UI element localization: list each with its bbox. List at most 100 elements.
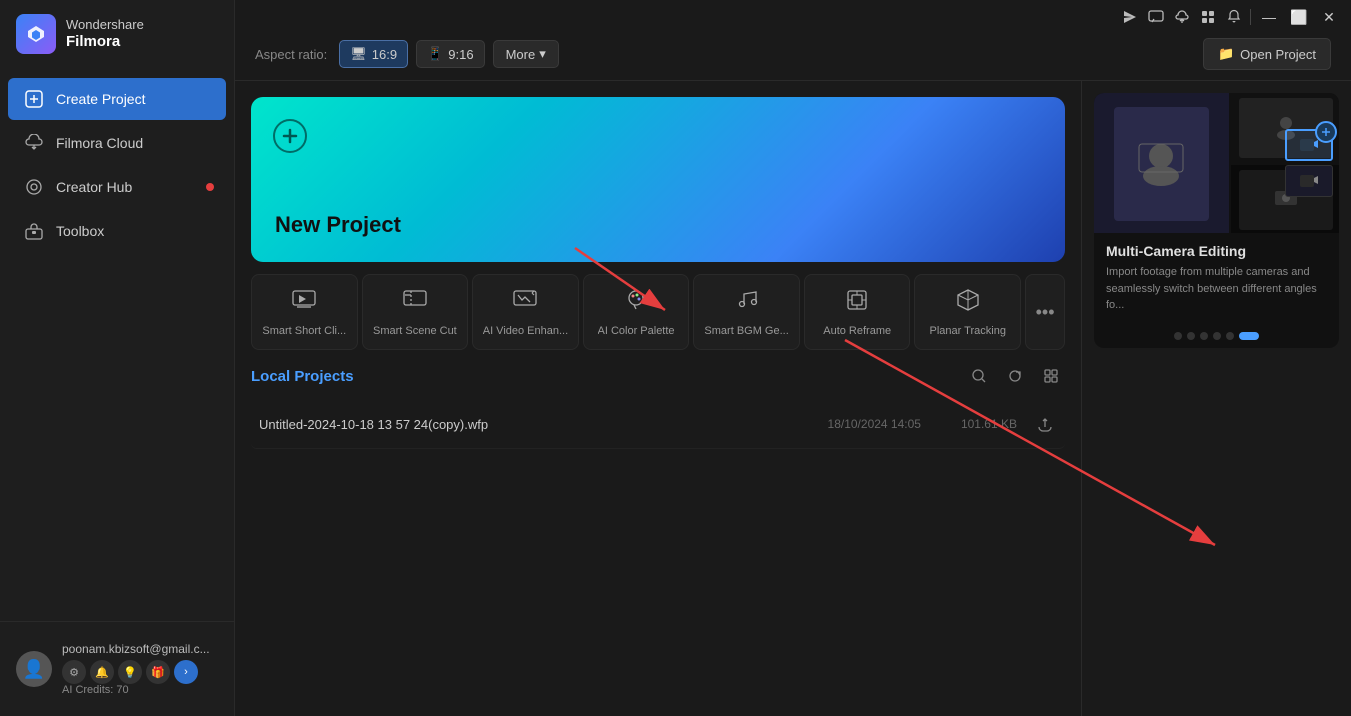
content-area: New Project Smart Short Cli...: [235, 81, 1351, 716]
sidebar-bottom: 👤 poonam.kbizsoft@gmail.c... ⚙ 🔔 💡 🎁 › A…: [0, 621, 234, 716]
project-name: Untitled-2024-10-18 13 57 24(copy).wfp: [259, 417, 828, 432]
ai-credits: AI Credits: 70: [62, 684, 218, 696]
feature-description: Import footage from multiple cameras and…: [1106, 264, 1327, 314]
feature-title: Multi-Camera Editing: [1106, 243, 1327, 259]
separator: [1250, 9, 1251, 25]
action-icon-2[interactable]: 🔔: [90, 660, 114, 684]
send-icon[interactable]: [1120, 7, 1140, 27]
filmora-cloud-icon: [24, 133, 44, 153]
cloud-upload-icon[interactable]: [1172, 7, 1192, 27]
more-button[interactable]: More ▾: [493, 40, 559, 68]
user-action-icons: ⚙ 🔔 💡 🎁 ›: [62, 660, 218, 684]
brand-name1: Wondershare: [66, 17, 144, 33]
message-icon[interactable]: [1146, 7, 1166, 27]
sidebar-item-toolbox[interactable]: Toolbox: [8, 210, 226, 252]
more-dots-icon: •••: [1036, 302, 1055, 323]
sidebar: Wondershare Filmora Create Project Filmo…: [0, 0, 235, 716]
dot-3[interactable]: [1213, 332, 1221, 340]
minimize-button[interactable]: —: [1257, 5, 1281, 29]
folder-icon: 📁: [1218, 46, 1234, 62]
new-project-label: New Project: [275, 212, 401, 238]
user-info: poonam.kbizsoft@gmail.c... ⚙ 🔔 💡 🎁 › AI …: [62, 642, 218, 696]
brand-name2: Filmora: [66, 33, 144, 51]
chevron-down-icon: ▾: [539, 46, 546, 62]
tool-smart-bgm-gen[interactable]: Smart BGM Ge...: [693, 274, 800, 350]
user-area[interactable]: 👤 poonam.kbizsoft@gmail.c... ⚙ 🔔 💡 🎁 › A…: [8, 634, 226, 704]
tool-label-1: Smart Scene Cut: [373, 325, 457, 337]
grid-icon[interactable]: [1198, 7, 1218, 27]
projects-list: Untitled-2024-10-18 13 57 24(copy).wfp 1…: [251, 400, 1065, 700]
tool-label-0: Smart Short Cli...: [262, 325, 346, 337]
open-project-button[interactable]: 📁 Open Project: [1203, 38, 1331, 70]
tool-smart-short-clip[interactable]: Smart Short Cli...: [251, 274, 358, 350]
ai-color-palette-icon: [623, 287, 649, 319]
tool-label-3: AI Color Palette: [598, 325, 675, 337]
project-row[interactable]: Untitled-2024-10-18 13 57 24(copy).wfp 1…: [251, 400, 1065, 449]
top-bar: Aspect ratio: 🖥 16:9 📱 9:16 More ▾ 📁 Ope…: [235, 28, 1351, 81]
tool-auto-reframe[interactable]: Auto Reframe: [804, 274, 911, 350]
aspect-9-16-button[interactable]: 📱 9:16: [416, 40, 485, 68]
sidebar-item-creator-hub[interactable]: Creator Hub: [8, 166, 226, 208]
search-projects-button[interactable]: [965, 362, 993, 390]
action-icon-1[interactable]: ⚙: [62, 660, 86, 684]
mobile-icon: 📱: [427, 46, 443, 62]
aspect-9-16-label: 9:16: [448, 47, 473, 62]
tool-ai-video-enhance[interactable]: AI Video Enhan...: [472, 274, 579, 350]
tools-more-button[interactable]: •••: [1025, 274, 1065, 350]
bell-icon[interactable]: [1224, 7, 1244, 27]
tool-smart-scene-cut[interactable]: Smart Scene Cut: [362, 274, 469, 350]
creator-hub-icon: [24, 177, 44, 197]
sidebar-nav: Create Project Filmora Cloud Creator Hub: [0, 68, 234, 621]
grid-view-button[interactable]: [1037, 362, 1065, 390]
tool-label-2: AI Video Enhan...: [483, 325, 568, 337]
smart-short-clip-icon: [291, 287, 317, 319]
feature-info: Multi-Camera Editing Import footage from…: [1094, 233, 1339, 324]
app-name: Wondershare Filmora: [66, 17, 144, 51]
aspect-16-9-label: 16:9: [372, 47, 397, 62]
planar-tracking-icon: [955, 287, 981, 319]
auto-reframe-icon: [844, 287, 870, 319]
dot-5-active[interactable]: [1239, 332, 1259, 340]
close-button[interactable]: ✕: [1317, 5, 1341, 29]
dot-4[interactable]: [1226, 332, 1234, 340]
dot-2[interactable]: [1200, 332, 1208, 340]
aspect-16-9-button[interactable]: 🖥 16:9: [339, 40, 408, 68]
system-bar: — ⬜ ✕: [1110, 0, 1351, 34]
sidebar-label-filmora-cloud: Filmora Cloud: [56, 135, 143, 151]
logo-area: Wondershare Filmora: [0, 0, 234, 68]
sidebar-item-create-project[interactable]: Create Project: [8, 78, 226, 120]
refresh-projects-button[interactable]: [1001, 362, 1029, 390]
ai-video-enhance-icon: [512, 287, 538, 319]
dot-1[interactable]: [1187, 332, 1195, 340]
action-icon-5[interactable]: ›: [174, 660, 198, 684]
user-avatar: 👤: [16, 651, 52, 687]
new-project-card[interactable]: New Project: [251, 97, 1065, 262]
project-upload-button[interactable]: [1033, 412, 1057, 436]
creator-hub-notification: [206, 183, 214, 191]
sidebar-label-creator-hub: Creator Hub: [56, 179, 132, 195]
smart-scene-cut-icon: [402, 287, 428, 319]
maximize-button[interactable]: ⬜: [1287, 5, 1311, 29]
dot-0[interactable]: [1174, 332, 1182, 340]
action-icon-4[interactable]: 🎁: [146, 660, 170, 684]
action-icon-3[interactable]: 💡: [118, 660, 142, 684]
tool-label-5: Auto Reframe: [823, 325, 891, 337]
tool-planar-tracking[interactable]: Planar Tracking: [914, 274, 1021, 350]
aspect-ratio-label: Aspect ratio:: [255, 47, 327, 62]
aspect-controls: Aspect ratio: 🖥 16:9 📱 9:16 More ▾: [255, 40, 559, 68]
monitor-icon: 🖥: [350, 46, 367, 62]
create-project-icon: [24, 89, 44, 109]
app-logo: [16, 14, 56, 54]
sidebar-label-create-project: Create Project: [56, 91, 145, 107]
tool-label-4: Smart BGM Ge...: [704, 325, 788, 337]
project-size: 101.61 KB: [961, 417, 1017, 431]
main-wrapper: Aspect ratio: 🖥 16:9 📱 9:16 More ▾ 📁 Ope…: [235, 0, 1351, 716]
project-date: 18/10/2024 14:05: [828, 417, 921, 431]
tools-row: Smart Short Cli... Smart Scene Cut: [251, 274, 1065, 350]
sidebar-item-filmora-cloud[interactable]: Filmora Cloud: [8, 122, 226, 164]
smart-bgm-gen-icon: [734, 287, 760, 319]
feature-dots: [1094, 324, 1339, 348]
tool-ai-color-palette[interactable]: AI Color Palette: [583, 274, 690, 350]
local-projects-section: Local Projects: [251, 362, 1065, 700]
section-header: Local Projects: [251, 362, 1065, 390]
